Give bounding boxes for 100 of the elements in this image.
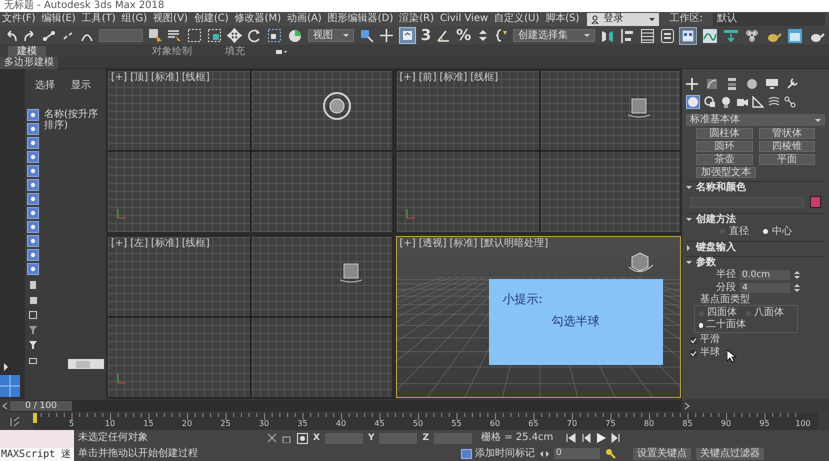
scrollbar-thumb[interactable] <box>76 360 90 368</box>
set-key-button[interactable]: 设置关键点 <box>633 448 691 460</box>
object-type-button[interactable]: 四棱锥 <box>758 141 815 152</box>
spinner-arrows-icon[interactable] <box>794 271 800 279</box>
explorer-menu[interactable]: 显示 <box>71 81 91 91</box>
menu-item[interactable]: 脚本(S) <box>545 14 580 24</box>
filter-toggle[interactable] <box>27 109 39 121</box>
link-icon[interactable] <box>42 28 56 42</box>
scene-explorer-icon[interactable] <box>640 28 654 44</box>
rollout-title[interactable]: 名称和颜色 <box>696 183 746 193</box>
object-type-button[interactable]: 管状体 <box>758 128 815 139</box>
category-dropdown[interactable]: 标准基本体 <box>686 114 825 126</box>
radio-button[interactable] <box>699 322 703 328</box>
viewport-label[interactable]: [线框] <box>182 73 210 83</box>
modify-icon[interactable] <box>706 78 718 90</box>
viewport[interactable]: [+] [透视] [标准] [默认明暗处理] 小提示: 勾选半球 <box>396 236 681 398</box>
rollout-title[interactable]: 键盘输入 <box>696 243 736 253</box>
ribbon-toggle[interactable] <box>679 26 698 44</box>
frame-window-icon[interactable] <box>787 28 804 44</box>
light-icon[interactable] <box>720 96 732 108</box>
viewport-label[interactable]: [标准] <box>440 73 468 83</box>
select-by-name-icon[interactable] <box>167 28 182 43</box>
filter-toggle[interactable] <box>27 165 39 177</box>
shapes-icon[interactable] <box>704 96 716 108</box>
display-icon[interactable] <box>766 78 778 90</box>
case-icon[interactable] <box>28 355 38 365</box>
viewport-label[interactable]: [+] <box>400 238 416 248</box>
object-type-button[interactable]: 茶壶 <box>696 154 752 165</box>
menu-item[interactable]: 动画(A) <box>287 14 322 24</box>
viewport-label[interactable]: [线框] <box>470 73 498 83</box>
camera-icon[interactable] <box>736 96 748 108</box>
viewport-label[interactable]: [标准] <box>151 238 179 248</box>
angle-snap-icon[interactable] <box>436 28 452 43</box>
menu-item[interactable]: 渲染(R) <box>399 14 434 24</box>
menu-item[interactable]: 编辑(E) <box>42 14 76 24</box>
move-icon[interactable] <box>227 28 242 43</box>
menu-item[interactable]: 图形编辑器(D) <box>328 14 394 24</box>
filter-toggle[interactable] <box>27 123 39 135</box>
go-to-start-icon[interactable] <box>566 433 576 443</box>
time-slider-thumb[interactable]: 0 / 100 <box>10 401 72 411</box>
rotate-icon[interactable] <box>247 28 262 43</box>
ribbon-tab[interactable]: 建模 <box>8 46 46 57</box>
create-icon[interactable] <box>686 78 698 90</box>
explorer-menu[interactable]: 选择 <box>35 81 55 91</box>
viewport[interactable]: [+] [前] [标准] [线框] <box>396 70 681 232</box>
column-header[interactable]: 名称(按升序排序) <box>44 109 100 131</box>
menu-item[interactable]: 视图(V) <box>153 14 188 24</box>
rollout-toggle-icon[interactable] <box>686 217 692 223</box>
isolate-icon[interactable] <box>267 433 277 443</box>
keyboard-override-toggle[interactable] <box>398 27 416 44</box>
utilities-icon[interactable] <box>786 78 798 90</box>
box-icon[interactable] <box>28 295 38 305</box>
menu-item[interactable]: 自定义(U) <box>494 14 540 24</box>
window-crossing-icon[interactable] <box>207 28 222 43</box>
display-icon[interactable] <box>28 280 38 290</box>
menu-item[interactable]: 创建(C) <box>194 14 229 24</box>
viewport[interactable]: [+] [左] [标准] [线框] <box>107 236 392 398</box>
play-icon[interactable] <box>596 433 606 443</box>
display-options-icon[interactable] <box>276 49 287 55</box>
viewport-label[interactable]: [+] <box>111 238 128 248</box>
viewport-label[interactable]: [透视] <box>418 238 446 248</box>
spinner-arrows-icon[interactable] <box>794 284 800 292</box>
time-slider-track[interactable]: 0 / 100 <box>10 400 682 412</box>
viewport-label[interactable]: [顶] <box>130 73 148 83</box>
checkbox[interactable] <box>690 336 697 344</box>
object-type-button[interactable]: 加强型文本 <box>696 167 756 178</box>
ribbon-panel-label[interactable]: 多边形建模 <box>0 56 58 68</box>
menu-item[interactable]: 文件(F) <box>2 14 36 24</box>
menu-item[interactable]: 工具(T) <box>82 14 116 24</box>
expand-arrow-icon[interactable] <box>3 363 9 371</box>
menu-item[interactable]: 修改器(M) <box>234 14 282 24</box>
viewport[interactable]: [+] [顶] [标准] [线框] <box>107 70 392 232</box>
object-color-swatch[interactable] <box>810 196 821 208</box>
filter-toggle[interactable] <box>27 235 39 247</box>
hierarchy-icon[interactable] <box>726 78 738 90</box>
checkbox[interactable] <box>690 350 697 356</box>
rollout-toggle-icon[interactable] <box>686 245 692 251</box>
next-key-icon[interactable] <box>611 433 622 443</box>
viewport-label[interactable]: [左] <box>130 238 148 248</box>
time-tag-icon[interactable] <box>461 448 472 458</box>
spinner-field[interactable]: 0.0cm <box>740 270 790 280</box>
ribbon-tab[interactable]: 对象绘制 <box>150 46 194 57</box>
rollout-toggle-icon[interactable] <box>686 185 692 191</box>
next-frame-icon[interactable] <box>684 402 690 410</box>
key-filter-button[interactable]: 关键点过滤器 <box>696 448 764 460</box>
material-editor-icon[interactable] <box>744 28 760 44</box>
menu-item[interactable]: 组(G) <box>122 14 148 24</box>
viewport-label[interactable]: [+] <box>400 73 416 83</box>
filter-toggle[interactable] <box>27 193 39 205</box>
manipulate-icon[interactable] <box>378 28 394 43</box>
object-type-button[interactable]: 平面 <box>758 154 815 165</box>
scale-icon[interactable] <box>267 28 282 43</box>
align-icon[interactable] <box>620 28 635 44</box>
horizontal-scrollbar[interactable] <box>68 359 104 369</box>
viewport-label[interactable]: [+] <box>111 73 128 83</box>
snap-toggle[interactable]: 3 <box>420 28 432 43</box>
radio-button[interactable] <box>763 229 768 234</box>
maxscript-field[interactable]: MAXScript 迷 <box>0 448 74 461</box>
layer-explorer-icon[interactable] <box>660 28 674 44</box>
previous-frame-icon[interactable] <box>2 402 8 410</box>
